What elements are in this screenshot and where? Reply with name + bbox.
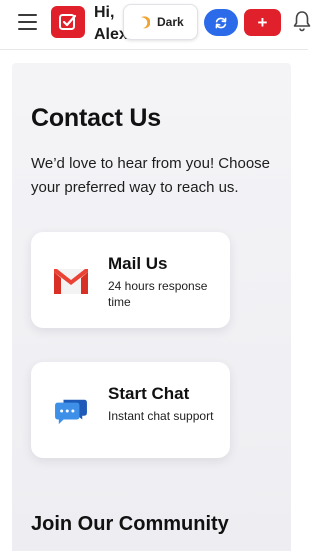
theme-toggle-button[interactable]: Dark	[123, 4, 198, 40]
start-chat-card[interactable]: Start Chat Instant chat support	[31, 362, 230, 458]
add-button[interactable]: +	[244, 9, 281, 36]
start-chat-title: Start Chat	[108, 384, 190, 403]
app-logo-icon[interactable]	[51, 6, 85, 38]
page-title: Contact Us	[31, 104, 161, 132]
chat-bubbles-icon	[55, 399, 87, 425]
refresh-icon	[215, 17, 227, 28]
theme-label: Dark	[157, 15, 184, 29]
top-bar: Hi, Alex Dark +	[0, 0, 311, 50]
mail-us-title: Mail Us	[108, 254, 168, 273]
gmail-icon	[54, 269, 88, 294]
community-heading: Join Our Community	[31, 513, 229, 535]
start-chat-subtitle: Instant chat support	[108, 409, 214, 423]
crescent-moon-icon	[140, 16, 150, 29]
refresh-button[interactable]	[204, 9, 238, 36]
contact-intro: We’d love to hear from you! Choose your …	[31, 155, 271, 196]
mail-us-card[interactable]: Mail Us 24 hours response time	[31, 232, 230, 328]
hamburger-menu-icon[interactable]	[18, 14, 37, 30]
bell-icon[interactable]	[292, 9, 312, 33]
mail-us-subtitle: 24 hours response time	[108, 279, 208, 309]
